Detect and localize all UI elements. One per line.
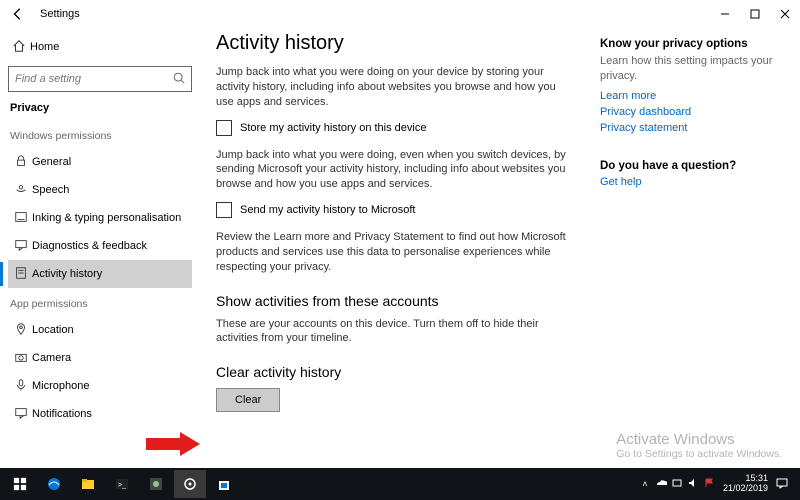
group-app-permissions: App permissions xyxy=(10,298,192,310)
link-get-help[interactable]: Get help xyxy=(600,176,780,188)
watermark-sub: Go to Settings to activate Windows. xyxy=(616,448,782,460)
nav-diagnostics[interactable]: Diagnostics & feedback xyxy=(8,232,192,260)
start-button[interactable] xyxy=(4,470,36,498)
privacy-options-heading: Know your privacy options xyxy=(600,38,780,50)
taskbar-settings[interactable] xyxy=(174,470,206,498)
back-button[interactable] xyxy=(8,4,28,24)
checkbox-icon xyxy=(216,202,232,218)
speech-icon xyxy=(10,182,32,199)
location-icon xyxy=(10,322,32,339)
checkbox-icon xyxy=(216,120,232,136)
taskbar-edge[interactable] xyxy=(38,470,70,498)
nav-location[interactable]: Location xyxy=(8,316,192,344)
tray-network-icon[interactable] xyxy=(669,477,685,491)
clock-date: 21/02/2019 xyxy=(723,484,768,494)
tray-flag-icon[interactable] xyxy=(701,477,717,491)
nav-general[interactable]: General xyxy=(8,148,192,176)
nav-microphone[interactable]: Microphone xyxy=(8,372,192,400)
home-label: Home xyxy=(30,41,59,53)
window-title: Settings xyxy=(40,8,80,20)
checkbox-label: Send my activity history to Microsoft xyxy=(240,204,415,216)
privacy-review-paragraph: Review the Learn more and Privacy Statem… xyxy=(216,230,576,275)
main-content: Activity history Jump back into what you… xyxy=(216,32,576,468)
nav-speech[interactable]: Speech xyxy=(8,176,192,204)
taskbar-explorer[interactable] xyxy=(72,470,104,498)
annotation-arrow xyxy=(146,432,200,456)
right-panel: Know your privacy options Learn how this… xyxy=(600,32,780,468)
system-tray[interactable]: ˄ 15:31 21/02/2019 xyxy=(637,474,796,494)
link-privacy-dashboard[interactable]: Privacy dashboard xyxy=(600,106,780,118)
link-learn-more[interactable]: Learn more xyxy=(600,90,780,102)
nav-inking[interactable]: Inking & typing personalisation xyxy=(8,204,192,232)
checkbox-send-history[interactable]: Send my activity history to Microsoft xyxy=(216,202,576,218)
nav-label: Notifications xyxy=(32,408,92,420)
search-icon xyxy=(172,71,186,88)
tray-onedrive-icon[interactable] xyxy=(653,477,669,491)
microphone-icon xyxy=(10,378,32,395)
current-category: Privacy xyxy=(8,102,192,114)
nav-label: Microphone xyxy=(32,380,89,392)
tray-volume-icon[interactable] xyxy=(685,477,701,491)
accounts-paragraph: These are your accounts on this device. … xyxy=(216,317,576,347)
clear-button[interactable]: Clear xyxy=(216,388,280,412)
feedback-icon xyxy=(10,238,32,255)
nav-activity-history[interactable]: Activity history xyxy=(8,260,192,288)
nav-label: Activity history xyxy=(32,268,102,280)
taskbar: >_ ˄ 15:31 21/02/2019 xyxy=(0,468,800,500)
clear-heading: Clear activity history xyxy=(216,364,576,380)
nav-notifications[interactable]: Notifications xyxy=(8,400,192,428)
sidebar: Home Privacy Windows permissions General… xyxy=(0,28,200,468)
activate-windows-watermark: Activate Windows Go to Settings to activ… xyxy=(616,431,782,460)
nav-label: Location xyxy=(32,324,74,336)
minimize-button[interactable] xyxy=(710,0,740,28)
notifications-icon xyxy=(10,406,32,423)
home-nav[interactable]: Home xyxy=(8,34,192,60)
accounts-heading: Show activities from these accounts xyxy=(216,293,576,309)
nav-label: Diagnostics & feedback xyxy=(32,240,147,252)
intro-paragraph-1: Jump back into what you were doing on yo… xyxy=(216,65,576,110)
taskbar-terminal[interactable]: >_ xyxy=(106,470,138,498)
history-icon xyxy=(10,266,32,283)
taskbar-app-1[interactable] xyxy=(140,470,172,498)
intro-paragraph-2: Jump back into what you were doing, even… xyxy=(216,148,576,193)
tray-chevron-icon[interactable]: ˄ xyxy=(637,479,653,489)
nav-label: Inking & typing personalisation xyxy=(32,212,181,224)
nav-camera[interactable]: Camera xyxy=(8,344,192,372)
group-windows-permissions: Windows permissions xyxy=(10,130,192,142)
home-icon xyxy=(8,39,30,56)
taskbar-store[interactable] xyxy=(208,470,240,498)
page-heading: Activity history xyxy=(216,32,576,55)
action-center-icon[interactable] xyxy=(774,477,790,491)
watermark-title: Activate Windows xyxy=(616,431,782,448)
titlebar: Settings xyxy=(0,0,800,28)
nav-label: Camera xyxy=(32,352,71,364)
taskbar-clock[interactable]: 15:31 21/02/2019 xyxy=(723,474,768,494)
lock-icon xyxy=(10,154,32,171)
question-heading: Do you have a question? xyxy=(600,160,780,172)
privacy-options-sub: Learn how this setting impacts your priv… xyxy=(600,54,780,84)
checkbox-label: Store my activity history on this device xyxy=(240,122,426,134)
link-privacy-statement[interactable]: Privacy statement xyxy=(600,122,780,134)
checkbox-store-history[interactable]: Store my activity history on this device xyxy=(216,120,576,136)
nav-label: Speech xyxy=(32,184,69,196)
camera-icon xyxy=(10,350,32,367)
close-button[interactable] xyxy=(770,0,800,28)
maximize-button[interactable] xyxy=(740,0,770,28)
nav-label: General xyxy=(32,156,71,168)
search-input[interactable] xyxy=(8,66,192,92)
svg-text:>_: >_ xyxy=(118,482,126,489)
inking-icon xyxy=(10,210,32,227)
